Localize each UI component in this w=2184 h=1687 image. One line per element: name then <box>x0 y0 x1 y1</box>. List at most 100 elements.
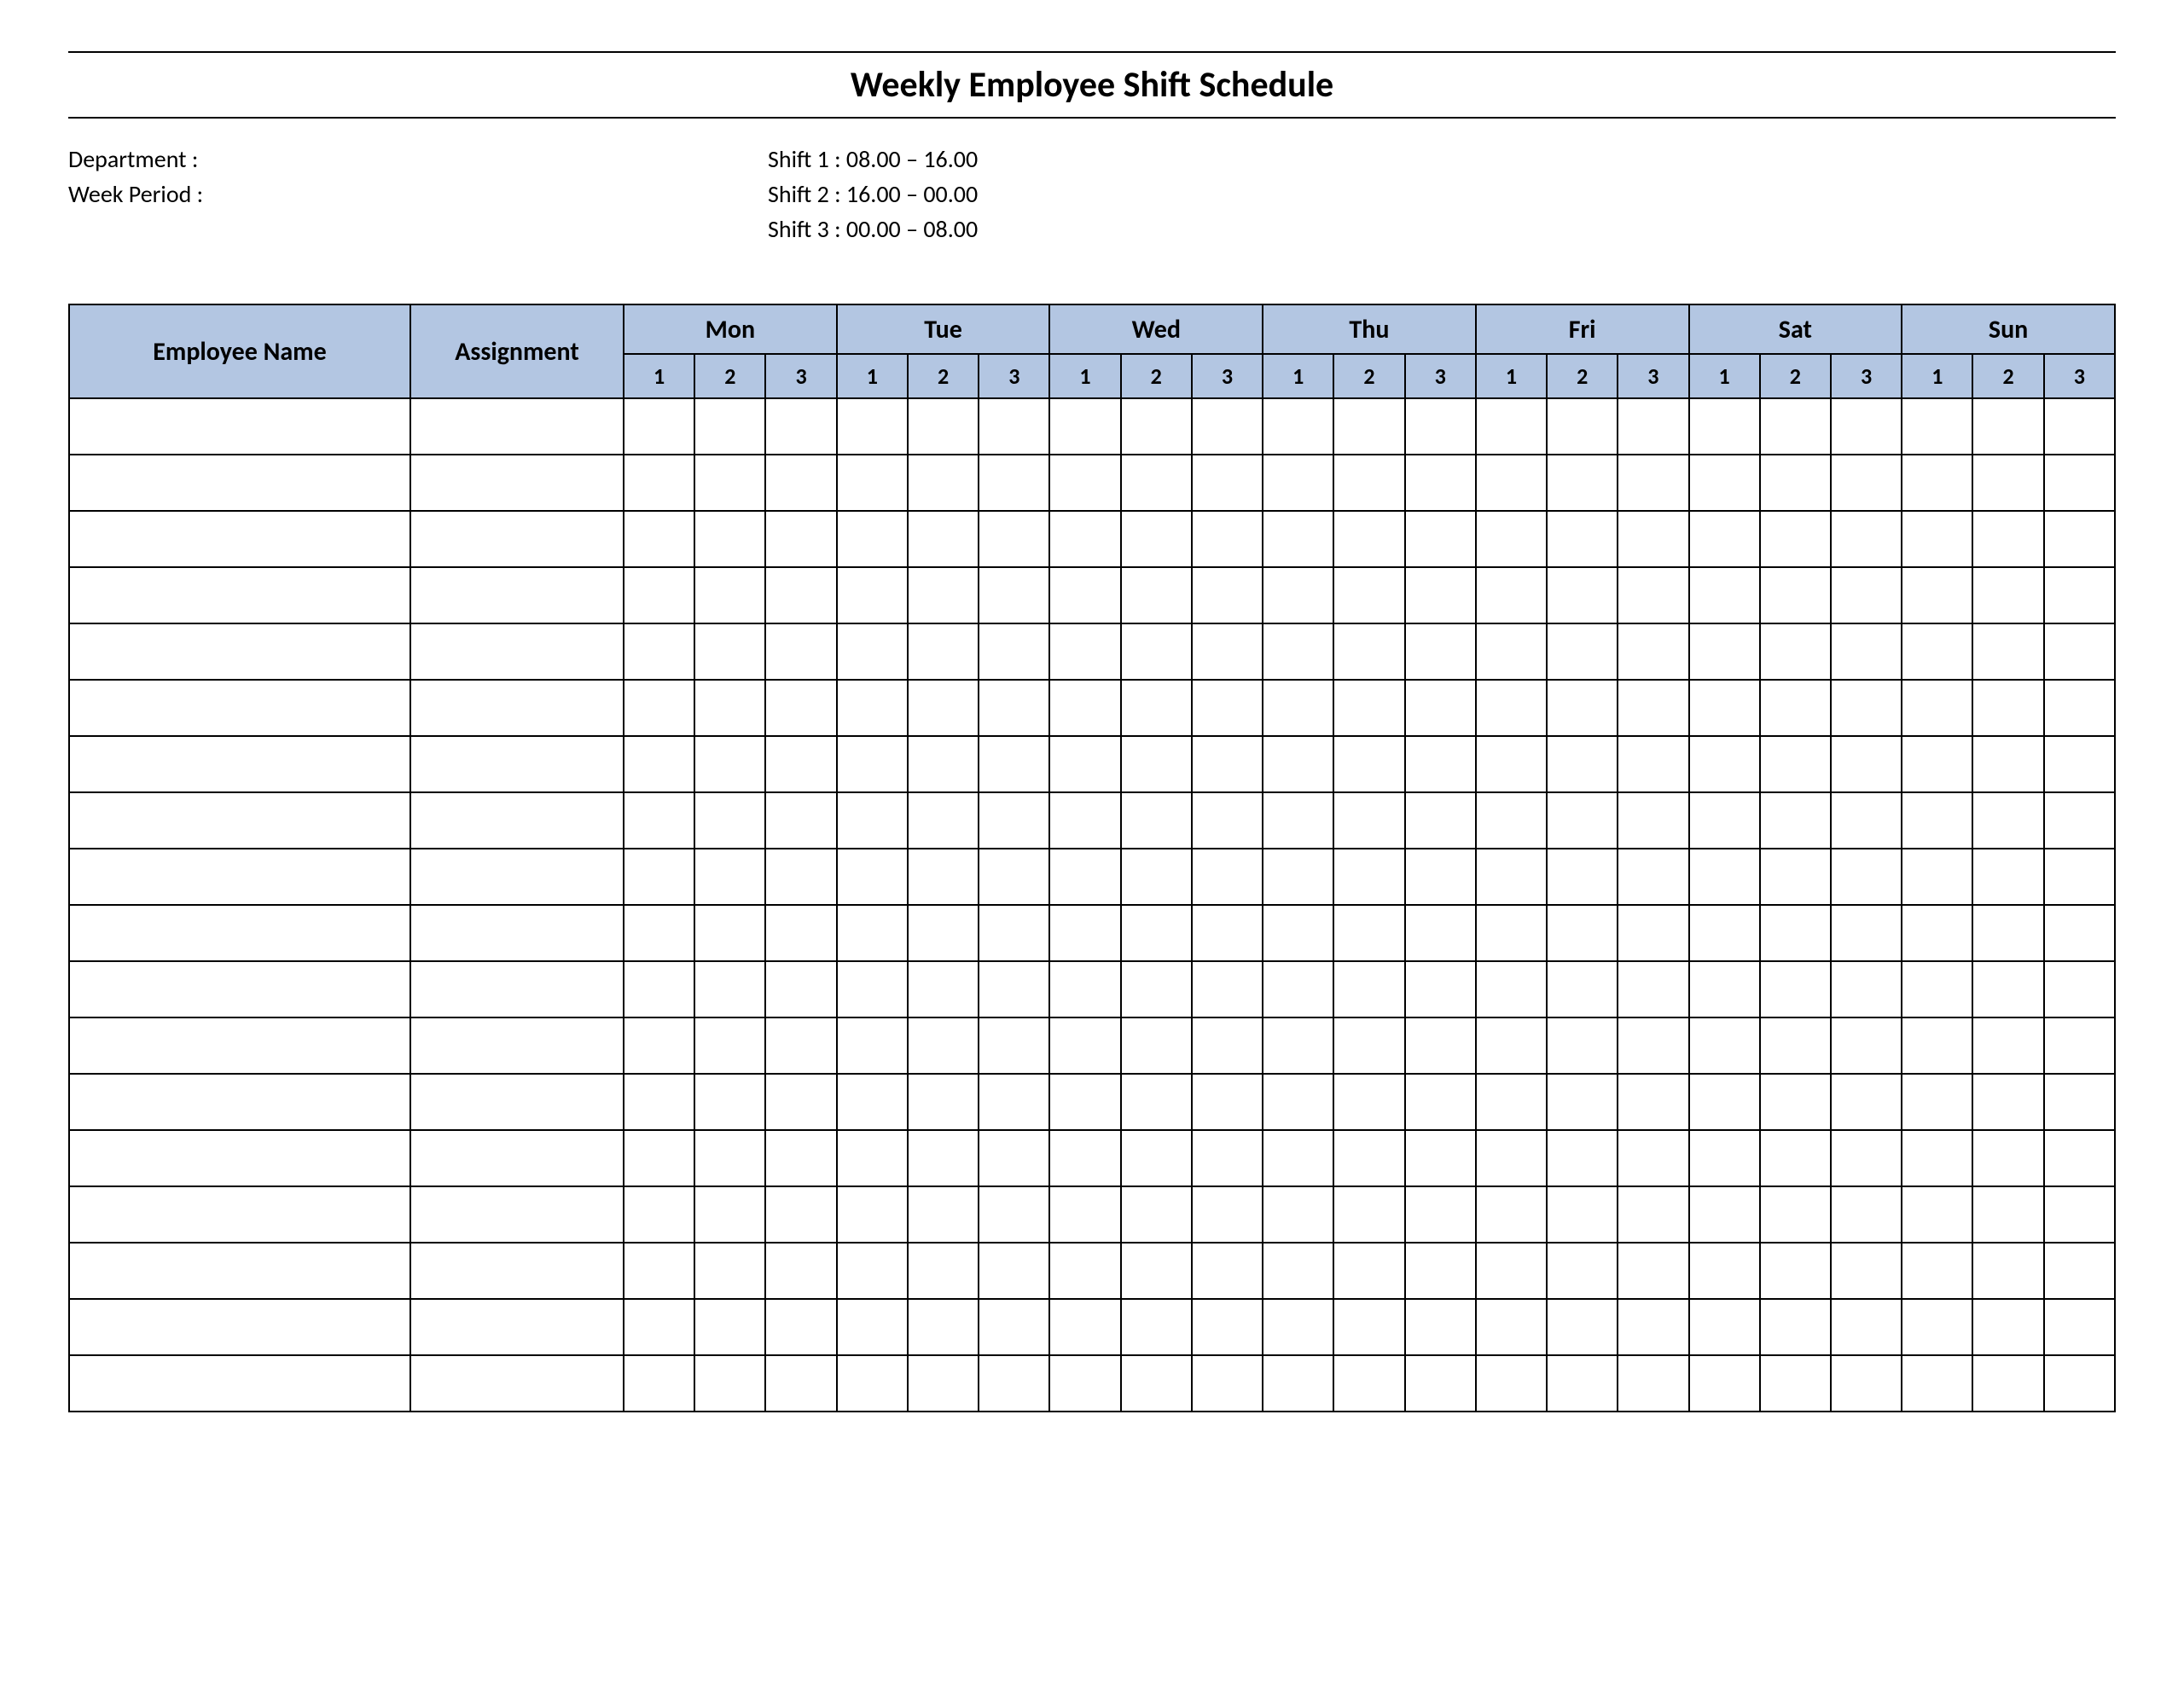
table-cell[interactable] <box>1049 1299 1120 1355</box>
table-cell[interactable] <box>837 511 908 567</box>
table-cell[interactable] <box>1972 905 2043 961</box>
table-cell[interactable] <box>1192 511 1263 567</box>
table-cell[interactable] <box>1760 1130 1831 1186</box>
table-cell[interactable] <box>1689 680 1760 736</box>
table-cell[interactable] <box>1972 1017 2043 1074</box>
table-cell[interactable] <box>1049 849 1120 905</box>
table-cell[interactable] <box>1476 1243 1547 1299</box>
table-cell[interactable] <box>979 398 1049 455</box>
table-cell[interactable] <box>1760 1243 1831 1299</box>
table-cell[interactable] <box>694 1017 765 1074</box>
table-cell[interactable] <box>2044 849 2115 905</box>
table-cell[interactable] <box>1192 398 1263 455</box>
table-cell[interactable] <box>694 455 765 511</box>
table-cell[interactable] <box>2044 1074 2115 1130</box>
table-cell[interactable] <box>765 1130 836 1186</box>
table-cell[interactable] <box>979 905 1049 961</box>
table-cell[interactable] <box>1760 1017 1831 1074</box>
table-cell[interactable] <box>1902 1355 1972 1412</box>
table-cell[interactable] <box>1902 680 1972 736</box>
table-cell[interactable] <box>1192 736 1263 792</box>
table-cell[interactable] <box>1547 1299 1618 1355</box>
table-cell[interactable] <box>2044 455 2115 511</box>
table-cell[interactable] <box>1689 961 1760 1017</box>
table-cell[interactable] <box>1476 680 1547 736</box>
table-cell[interactable] <box>410 736 624 792</box>
table-cell[interactable] <box>694 1299 765 1355</box>
table-cell[interactable] <box>1263 1186 1333 1243</box>
table-cell[interactable] <box>1476 1186 1547 1243</box>
table-cell[interactable] <box>1972 1355 2043 1412</box>
table-cell[interactable] <box>1831 905 1902 961</box>
table-cell[interactable] <box>1121 511 1192 567</box>
table-cell[interactable] <box>1902 1243 1972 1299</box>
table-cell[interactable] <box>1760 792 1831 849</box>
table-cell[interactable] <box>1831 680 1902 736</box>
table-cell[interactable] <box>1972 1074 2043 1130</box>
table-cell[interactable] <box>410 1355 624 1412</box>
table-cell[interactable] <box>2044 1299 2115 1355</box>
table-cell[interactable] <box>69 736 410 792</box>
table-cell[interactable] <box>1831 623 1902 680</box>
table-cell[interactable] <box>1121 1186 1192 1243</box>
table-cell[interactable] <box>1618 961 1688 1017</box>
table-cell[interactable] <box>69 1299 410 1355</box>
table-cell[interactable] <box>2044 905 2115 961</box>
table-cell[interactable] <box>1476 961 1547 1017</box>
table-cell[interactable] <box>1405 1186 1476 1243</box>
table-cell[interactable] <box>1831 849 1902 905</box>
table-cell[interactable] <box>765 849 836 905</box>
table-cell[interactable] <box>1760 1186 1831 1243</box>
table-cell[interactable] <box>1121 849 1192 905</box>
table-cell[interactable] <box>837 455 908 511</box>
table-cell[interactable] <box>1405 623 1476 680</box>
table-cell[interactable] <box>1121 1243 1192 1299</box>
table-cell[interactable] <box>908 1130 979 1186</box>
table-cell[interactable] <box>1902 623 1972 680</box>
table-cell[interactable] <box>1689 849 1760 905</box>
table-cell[interactable] <box>1689 792 1760 849</box>
table-cell[interactable] <box>1618 1017 1688 1074</box>
table-cell[interactable] <box>1689 455 1760 511</box>
table-cell[interactable] <box>69 1355 410 1412</box>
table-cell[interactable] <box>1405 1017 1476 1074</box>
table-cell[interactable] <box>765 398 836 455</box>
table-cell[interactable] <box>1689 1186 1760 1243</box>
table-cell[interactable] <box>1972 1299 2043 1355</box>
table-cell[interactable] <box>1405 1299 1476 1355</box>
table-cell[interactable] <box>979 961 1049 1017</box>
table-cell[interactable] <box>694 1243 765 1299</box>
table-cell[interactable] <box>1476 849 1547 905</box>
table-cell[interactable] <box>1121 1299 1192 1355</box>
table-cell[interactable] <box>624 1074 694 1130</box>
table-cell[interactable] <box>1760 1355 1831 1412</box>
table-cell[interactable] <box>1972 623 2043 680</box>
table-cell[interactable] <box>1263 511 1333 567</box>
table-cell[interactable] <box>624 1243 694 1299</box>
table-cell[interactable] <box>1192 1186 1263 1243</box>
table-cell[interactable] <box>837 1355 908 1412</box>
table-cell[interactable] <box>979 792 1049 849</box>
table-cell[interactable] <box>765 1186 836 1243</box>
table-cell[interactable] <box>837 1130 908 1186</box>
table-cell[interactable] <box>1760 511 1831 567</box>
table-cell[interactable] <box>694 736 765 792</box>
table-cell[interactable] <box>2044 680 2115 736</box>
table-cell[interactable] <box>694 567 765 623</box>
table-cell[interactable] <box>1263 849 1333 905</box>
table-cell[interactable] <box>1049 623 1120 680</box>
table-cell[interactable] <box>1192 961 1263 1017</box>
table-cell[interactable] <box>1972 567 2043 623</box>
table-cell[interactable] <box>1121 905 1192 961</box>
table-cell[interactable] <box>1547 455 1618 511</box>
table-cell[interactable] <box>1049 398 1120 455</box>
table-cell[interactable] <box>1831 1299 1902 1355</box>
table-cell[interactable] <box>1405 736 1476 792</box>
table-cell[interactable] <box>1760 961 1831 1017</box>
table-cell[interactable] <box>837 567 908 623</box>
table-cell[interactable] <box>1263 736 1333 792</box>
table-cell[interactable] <box>1263 961 1333 1017</box>
table-cell[interactable] <box>837 736 908 792</box>
table-cell[interactable] <box>979 680 1049 736</box>
table-cell[interactable] <box>1263 623 1333 680</box>
